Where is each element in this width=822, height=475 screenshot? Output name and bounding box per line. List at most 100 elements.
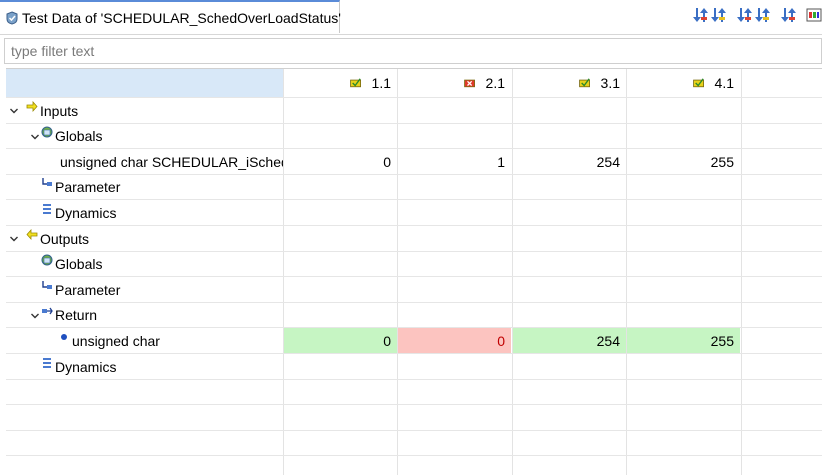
test-data-icon — [6, 11, 18, 25]
value-cell[interactable] — [398, 98, 511, 123]
table-row[interactable]: Globals — [6, 124, 822, 149]
column-header-3.1[interactable]: 3.1 — [512, 69, 626, 97]
column-header-2.1[interactable]: 2.1 — [397, 69, 511, 97]
tree-node-label: unsigned char SCHEDULAR_iSched — [60, 153, 283, 170]
value-cell[interactable] — [398, 303, 511, 328]
view-menu-icon — [806, 8, 822, 22]
dynamics-icon — [43, 357, 51, 368]
value-cell[interactable]: 255 — [627, 328, 740, 354]
value-cell[interactable] — [513, 175, 626, 200]
move-down-up-icon — [711, 8, 726, 22]
value-cell[interactable] — [398, 124, 511, 149]
chevron-down-icon[interactable] — [30, 132, 40, 142]
toolbar-button-1[interactable] — [692, 6, 708, 24]
table-row[interactable]: Inputs — [6, 98, 822, 123]
value-text: 0 — [497, 332, 505, 349]
tree-node: Dynamics — [41, 354, 283, 379]
value-cell[interactable] — [627, 124, 740, 149]
value-cell[interactable] — [284, 277, 397, 302]
move-down-up-icon — [737, 8, 752, 22]
value-cell[interactable] — [627, 226, 740, 251]
table-row[interactable]: Outputs — [6, 226, 822, 251]
toolbar-button-4[interactable] — [754, 6, 770, 24]
filter-input[interactable] — [5, 39, 822, 63]
value-cell[interactable] — [284, 200, 397, 225]
table-row[interactable]: unsigned char SCHEDULAR_iSched 0 1 254 255 — [6, 149, 822, 174]
tree-node-label: Globals — [55, 256, 103, 273]
table-row[interactable]: Parameter — [6, 277, 822, 302]
column-header-label: 4.1 — [714, 75, 734, 91]
test-pass-icon — [692, 78, 704, 88]
value-cell[interactable] — [627, 354, 740, 379]
table-row[interactable]: Parameter — [6, 175, 822, 200]
chevron-down-icon[interactable] — [9, 234, 19, 244]
value-cell[interactable]: 254 — [513, 328, 626, 354]
table-row[interactable]: Dynamics — [6, 200, 822, 225]
value-cell[interactable] — [627, 252, 740, 277]
column-header-label: 2.1 — [485, 75, 505, 91]
value-cell[interactable]: 0 — [284, 328, 397, 354]
value-cell[interactable] — [398, 354, 511, 379]
value-cell[interactable] — [398, 226, 511, 251]
value-cell[interactable] — [284, 252, 397, 277]
value-cell[interactable] — [513, 252, 626, 277]
filter-box — [4, 38, 822, 64]
tree-node-label: Parameter — [55, 179, 121, 196]
value-cell[interactable] — [513, 354, 626, 379]
value-cell[interactable] — [513, 226, 626, 251]
value-cell[interactable] — [627, 277, 740, 302]
toolbar-button-5[interactable] — [780, 6, 796, 24]
value-cell[interactable] — [398, 175, 511, 200]
value-cell[interactable]: 255 — [627, 149, 740, 174]
value-cell[interactable] — [627, 303, 740, 328]
value-cell[interactable]: 1 — [398, 149, 511, 174]
value-cell[interactable] — [284, 98, 397, 123]
column-header-1.1[interactable]: 1.1 — [283, 69, 397, 97]
toolbar-button-2[interactable] — [710, 6, 726, 24]
move-down-up-icon — [755, 8, 770, 22]
tree-node: Dynamics — [41, 200, 283, 225]
value-cell[interactable] — [513, 124, 626, 149]
value-cell[interactable] — [398, 277, 511, 302]
table-row[interactable]: Return — [6, 303, 822, 328]
value-cell[interactable] — [284, 124, 397, 149]
test-pass-icon — [349, 78, 361, 88]
value-cell[interactable] — [284, 175, 397, 200]
chevron-down-icon[interactable] — [9, 106, 19, 116]
value-cell[interactable] — [284, 226, 397, 251]
test-pass-icon — [578, 78, 590, 88]
move-down-up-icon — [781, 8, 796, 22]
table-row[interactable]: Globals — [6, 252, 822, 277]
value-cell[interactable] — [398, 252, 511, 277]
table-row[interactable]: Dynamics — [6, 354, 822, 379]
value-cell[interactable] — [284, 354, 397, 379]
table-row[interactable]: unsigned char 0 0 254 255 — [6, 328, 822, 354]
value-cell[interactable] — [284, 303, 397, 328]
column-header-4.1[interactable]: 4.1 — [626, 69, 740, 97]
tree-node: Globals — [41, 252, 283, 277]
value-cell[interactable] — [627, 200, 740, 225]
value-cell[interactable] — [513, 200, 626, 225]
value-cell[interactable]: 254 — [513, 149, 626, 174]
parameter-icon — [42, 178, 52, 187]
tree-node-label: Return — [55, 307, 98, 324]
value-cell[interactable] — [398, 200, 511, 225]
value-cell[interactable]: 0 — [284, 149, 397, 174]
chevron-down-icon[interactable] — [30, 311, 40, 321]
tree-node-label: Parameter — [55, 281, 121, 298]
toolbar-button-6[interactable] — [806, 6, 822, 24]
value-cell[interactable] — [627, 175, 740, 200]
tree-column-header[interactable] — [6, 69, 283, 97]
value-text: 254 — [596, 332, 620, 349]
value-cell[interactable] — [513, 98, 626, 123]
value-cell[interactable] — [513, 303, 626, 328]
editor-tab[interactable]: Test Data of 'SCHEDULAR_SchedOverLoadSta… — [0, 0, 341, 33]
tree-node: Globals — [41, 124, 283, 149]
parameter-icon — [42, 280, 52, 289]
editor-tab-title: Test Data of 'SCHEDULAR_SchedOverLoadSta… — [22, 10, 341, 26]
toolbar-button-3[interactable] — [736, 6, 752, 24]
value-cell[interactable] — [513, 277, 626, 302]
value-cell[interactable] — [627, 98, 740, 123]
value-cell[interactable]: 0 — [398, 328, 511, 354]
editor-tab-bar: Test Data of 'SCHEDULAR_SchedOverLoadSta… — [0, 0, 822, 35]
